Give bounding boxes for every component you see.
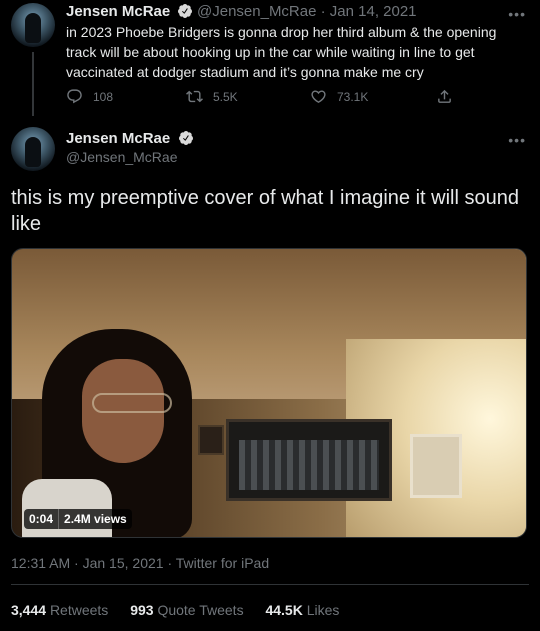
stat-quote-tweets[interactable]: 993 Quote Tweets: [130, 602, 243, 618]
video-frame-window: [226, 419, 392, 501]
reply-icon: [67, 89, 82, 104]
share-button[interactable]: [436, 88, 453, 105]
tweet-header: Jensen McRae @Jensen_McRae · Jan 14, 202…: [66, 3, 417, 20]
tweet-text: this is my preemptive cover of what I im…: [11, 187, 519, 235]
tweet-meta[interactable]: 12:31 AM · Jan 15, 2021 · Twitter for iP…: [11, 555, 269, 571]
handle-date[interactable]: @Jensen_McRae · Jan 14, 2021: [197, 3, 417, 20]
avatar[interactable]: [11, 3, 55, 47]
more-icon[interactable]: •••: [508, 6, 526, 22]
stat-retweets[interactable]: 3,444 Retweets: [11, 602, 108, 618]
video-frame-person: [12, 329, 222, 537]
tweet-actions: 108 5.5K 73.1K: [66, 88, 466, 108]
divider: [11, 584, 529, 585]
tweet-text: in 2023 Phoebe Bridgers is gonna drop he…: [66, 24, 497, 80]
more-icon[interactable]: •••: [508, 132, 526, 148]
video-time: 0:04: [29, 512, 54, 526]
author-handle[interactable]: @Jensen_McRae: [66, 149, 178, 165]
verified-icon: [178, 4, 193, 18]
avatar[interactable]: [11, 127, 55, 171]
stat-likes[interactable]: 44.5K Likes: [265, 602, 339, 618]
retweet-button[interactable]: 5.5K: [186, 88, 238, 105]
author-name[interactable]: Jensen McRae: [66, 130, 170, 147]
verified-icon: [178, 131, 193, 145]
tweet-stats: 3,444 Retweets 993 Quote Tweets 44.5K Li…: [11, 602, 357, 618]
retweet-count: 5.5K: [213, 89, 238, 104]
share-icon: [438, 89, 451, 103]
video-frame-poster: [410, 434, 462, 498]
video-player[interactable]: 0:04 2.4M views: [11, 248, 527, 538]
heart-icon: [311, 90, 326, 103]
retweet-icon: [186, 90, 203, 103]
like-count: 73.1K: [337, 89, 369, 104]
author-name[interactable]: Jensen McRae: [66, 3, 170, 20]
video-views: 2.4M views: [64, 512, 127, 526]
thread-line: [32, 52, 34, 116]
like-button[interactable]: 73.1K: [310, 88, 368, 105]
reply-button[interactable]: 108: [66, 88, 113, 105]
video-badge: 0:04 2.4M views: [24, 509, 132, 529]
tweet-header: Jensen McRae: [66, 130, 194, 148]
reply-count: 108: [93, 89, 114, 104]
